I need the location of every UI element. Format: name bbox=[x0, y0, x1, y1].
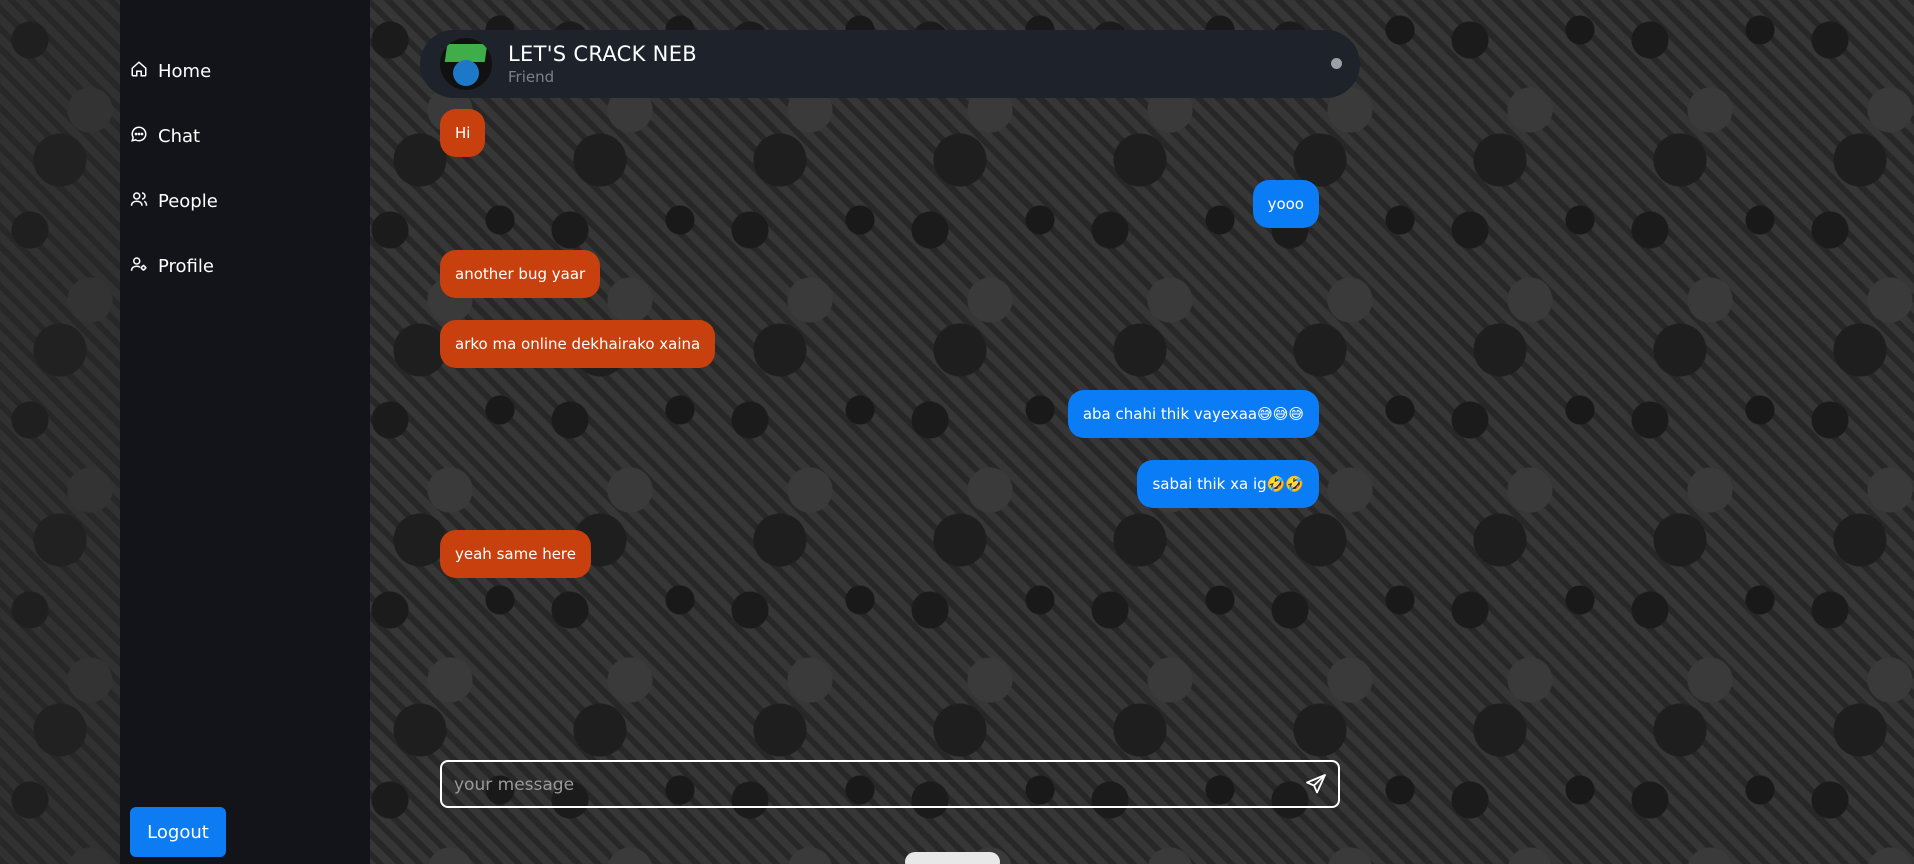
message-composer bbox=[440, 760, 1340, 808]
sidebar-item-chat[interactable]: Chat bbox=[130, 121, 218, 151]
sidebar-item-label: Profile bbox=[158, 255, 214, 277]
message-bubble-received: Hi bbox=[440, 109, 486, 157]
sidebar-item-people[interactable]: People bbox=[130, 186, 218, 216]
profile-icon bbox=[130, 255, 148, 278]
send-icon[interactable] bbox=[1304, 772, 1328, 796]
chat-header: LET'S CRACK NEB Friend bbox=[420, 30, 1360, 98]
contact-name: LET'S CRACK NEB bbox=[508, 42, 697, 66]
avatar[interactable] bbox=[440, 38, 492, 90]
sidebar-item-profile[interactable]: Profile bbox=[130, 251, 218, 281]
sidebar-item-label: Chat bbox=[158, 125, 201, 147]
message-bubble-sent: aba chahi thik vayexaa😅😅😅 bbox=[1067, 390, 1319, 438]
online-status-dot bbox=[1331, 58, 1342, 69]
globe-icon bbox=[453, 60, 479, 86]
home-icon bbox=[130, 60, 148, 83]
background-strip bbox=[0, 0, 120, 864]
message-bubble-received: yeah same here bbox=[440, 530, 591, 578]
sidebar: Home Chat People Profile Logout bbox=[120, 0, 370, 864]
people-icon bbox=[130, 190, 148, 213]
message-input[interactable] bbox=[452, 762, 1286, 808]
message-bubble-received: arko ma online dekhairako xaina bbox=[440, 320, 716, 368]
sidebar-item-label: Home bbox=[158, 60, 212, 82]
message-bubble-received: another bug yaar bbox=[440, 250, 601, 298]
sidebar-nav: Home Chat People Profile bbox=[130, 56, 218, 316]
chat-icon bbox=[130, 125, 148, 148]
logout-button[interactable]: Logout bbox=[130, 807, 226, 857]
sidebar-item-label: People bbox=[158, 190, 218, 212]
bottom-toolbar[interactable] bbox=[905, 852, 1000, 864]
contact-info: LET'S CRACK NEB Friend bbox=[508, 42, 697, 86]
message-bubble-sent: sabai thik xa ig🤣🤣 bbox=[1137, 460, 1319, 508]
sidebar-item-home[interactable]: Home bbox=[130, 56, 218, 86]
message-bubble-sent: yooo bbox=[1252, 180, 1319, 228]
contact-relation: Friend bbox=[508, 68, 555, 86]
